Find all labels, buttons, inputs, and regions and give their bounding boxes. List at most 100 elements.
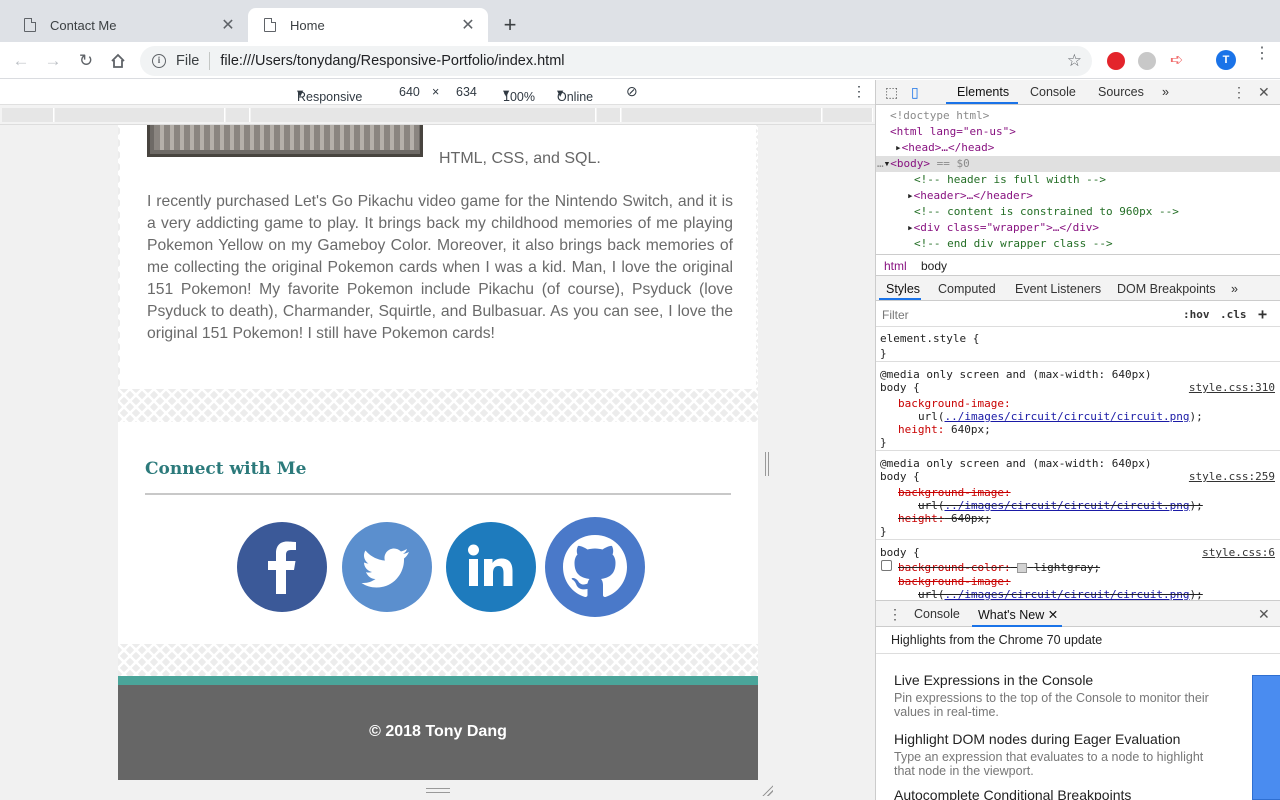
close-tab-icon[interactable]: ✕	[220, 15, 236, 35]
property-value[interactable]: url(../images/circuit/circuit/circuit.pn…	[918, 410, 1203, 423]
breadcrumb-body[interactable]: body	[921, 259, 947, 273]
color-swatch[interactable]	[1017, 563, 1028, 573]
expand-arrow-icon[interactable]: ▸	[907, 189, 914, 202]
url-link[interactable]: ../images/circuit/circuit/circuit.png	[945, 588, 1190, 600]
more-tabs-icon[interactable]: »	[1231, 282, 1238, 296]
new-tab-icon[interactable]: +	[498, 12, 522, 38]
dom-comment[interactable]: <!-- end div wrapper class -->	[914, 236, 1113, 252]
media-query-segment[interactable]	[55, 108, 225, 122]
whats-new-item[interactable]: Autocomplete Conditional Breakpoints	[894, 787, 1224, 800]
hov-toggle[interactable]: :hov	[1183, 308, 1210, 321]
zoom-select[interactable]: 100% ▾	[503, 85, 535, 104]
css-rule-overridden[interactable]: @media only screen and (max-width: 640px…	[876, 454, 1280, 540]
forward-icon[interactable]: →	[42, 50, 64, 72]
property-name[interactable]: background-image:	[898, 486, 1011, 499]
dom-comment[interactable]: <!-- header is full width -->	[914, 172, 1106, 188]
drawer-menu-icon[interactable]: ⋮	[888, 606, 902, 623]
media-query-segment[interactable]	[597, 108, 621, 122]
media-query-segment[interactable]	[2, 108, 54, 122]
close-tab-icon[interactable]: ✕	[1048, 608, 1058, 622]
new-rule-icon[interactable]: +	[1258, 305, 1267, 323]
media-query-segment[interactable]	[622, 108, 822, 122]
twitter-icon[interactable]	[342, 522, 432, 612]
inspect-element-icon[interactable]: ⬚	[885, 84, 898, 101]
profile-avatar[interactable]: T	[1216, 50, 1236, 70]
tab-styles[interactable]: Styles	[886, 282, 920, 296]
source-link[interactable]: style.css:6	[1202, 546, 1275, 559]
throttle-select[interactable]: Online ▾	[557, 85, 593, 104]
device-toggle-icon[interactable]: ▯	[911, 84, 919, 101]
close-tab-icon[interactable]: ✕	[460, 15, 476, 35]
cloud-extension-icon[interactable]	[1138, 52, 1156, 70]
close-devtools-icon[interactable]: ✕	[1258, 84, 1270, 101]
dom-header[interactable]: ▸<header>…</header>	[907, 188, 1033, 204]
device-options-icon[interactable]: ⋮	[852, 83, 866, 100]
property-row[interactable]: height: 640px;	[898, 512, 991, 525]
media-query-segment[interactable]	[823, 108, 873, 122]
dom-html[interactable]: <html lang="en-us">	[890, 124, 1016, 140]
tab-event-listeners[interactable]: Event Listeners	[1015, 282, 1101, 296]
home-icon[interactable]	[107, 50, 129, 72]
share-extension-icon[interactable]: ➪	[1170, 52, 1188, 70]
drawer-tab-whats-new[interactable]: What's New ✕	[978, 607, 1058, 622]
bookmark-star-icon[interactable]: ☆	[1067, 51, 1082, 71]
styles-tabbar: Styles Computed Event Listeners DOM Brea…	[876, 276, 1280, 301]
viewport-height-handle[interactable]	[426, 788, 450, 793]
css-rule[interactable]: body { style.css:6 background-color: lig…	[876, 543, 1280, 600]
rotate-icon[interactable]: ⊘	[626, 83, 638, 100]
device-mode-select[interactable]: Responsive ▾	[297, 85, 362, 104]
info-icon[interactable]: i	[152, 54, 166, 68]
source-link[interactable]: style.css:259	[1189, 470, 1275, 483]
property-checkbox[interactable]	[881, 560, 892, 571]
source-link[interactable]: style.css:310	[1189, 381, 1275, 394]
tab-computed[interactable]: Computed	[938, 282, 996, 296]
tab-home[interactable]: Home ✕	[248, 8, 488, 42]
url-text[interactable]: file:///Users/tonydang/Responsive-Portfo…	[220, 53, 1066, 69]
breadcrumb-html[interactable]: html	[884, 259, 907, 273]
url-link[interactable]: ../images/circuit/circuit/circuit.png	[945, 499, 1190, 512]
tab-console[interactable]: Console	[1030, 85, 1076, 99]
url-link[interactable]: ../images/circuit/circuit/circuit.png	[945, 410, 1190, 423]
dom-div-wrapper[interactable]: ▸<div class="wrapper">…</div>	[907, 220, 1099, 236]
back-icon[interactable]: ←	[10, 50, 32, 72]
dom-doctype[interactable]: <!doctype html>	[890, 108, 989, 124]
dom-body[interactable]: …▾<body> == $0	[877, 156, 970, 172]
property-value[interactable]: url(../images/circuit/circuit/circuit.pn…	[918, 499, 1203, 512]
property-row[interactable]: height: 640px;	[898, 423, 991, 436]
linkedin-icon[interactable]	[446, 522, 536, 612]
close-drawer-icon[interactable]: ✕	[1258, 606, 1270, 623]
property-name[interactable]: background-image:	[898, 397, 1011, 410]
element-style-rule[interactable]: element.style { }	[876, 328, 1280, 362]
opera-extension-icon[interactable]	[1107, 52, 1125, 70]
whats-new-item[interactable]: Live Expressions in the Console Pin expr…	[894, 672, 1224, 719]
expand-arrow-icon[interactable]: ▸	[895, 141, 902, 154]
property-value[interactable]: url(../images/circuit/circuit/circuit.pn…	[918, 588, 1203, 600]
expand-arrow-icon[interactable]: ▸	[907, 221, 914, 234]
devtools-menu-icon[interactable]: ⋮	[1232, 84, 1246, 101]
tab-contact-me[interactable]: Contact Me ✕	[8, 8, 248, 42]
reload-icon[interactable]: ↻	[75, 50, 97, 72]
github-icon[interactable]	[545, 517, 645, 617]
filter-input[interactable]: Filter	[882, 308, 909, 322]
viewport-corner-handle[interactable]	[761, 784, 773, 796]
css-rule[interactable]: @media only screen and (max-width: 640px…	[876, 365, 1280, 451]
drawer-tab-console[interactable]: Console	[914, 607, 960, 621]
tab-elements[interactable]: Elements	[957, 85, 1009, 99]
height-input[interactable]: 634	[456, 85, 477, 99]
address-bar[interactable]: i File file:///Users/tonydang/Responsive…	[140, 46, 1092, 76]
tab-dom-breakpoints[interactable]: DOM Breakpoints	[1117, 282, 1216, 296]
width-input[interactable]: 640	[399, 85, 420, 99]
dom-comment[interactable]: <!-- content is constrained to 960px -->	[914, 204, 1179, 220]
more-tabs-icon[interactable]: »	[1162, 85, 1169, 99]
browser-menu-icon[interactable]: ⋮	[1254, 46, 1270, 62]
property-name[interactable]: background-image:	[898, 575, 1011, 588]
facebook-icon[interactable]	[237, 522, 327, 612]
cls-toggle[interactable]: .cls	[1220, 308, 1247, 321]
media-query-segment[interactable]	[251, 108, 596, 122]
viewport-width-handle[interactable]	[765, 452, 769, 476]
media-query-segment[interactable]	[226, 108, 250, 122]
dom-head[interactable]: ▸<head>…</head>	[895, 140, 994, 156]
whats-new-item[interactable]: Highlight DOM nodes during Eager Evaluat…	[894, 731, 1224, 778]
tab-sources[interactable]: Sources	[1098, 85, 1144, 99]
property-row[interactable]: background-color: lightgray;	[898, 561, 1100, 574]
